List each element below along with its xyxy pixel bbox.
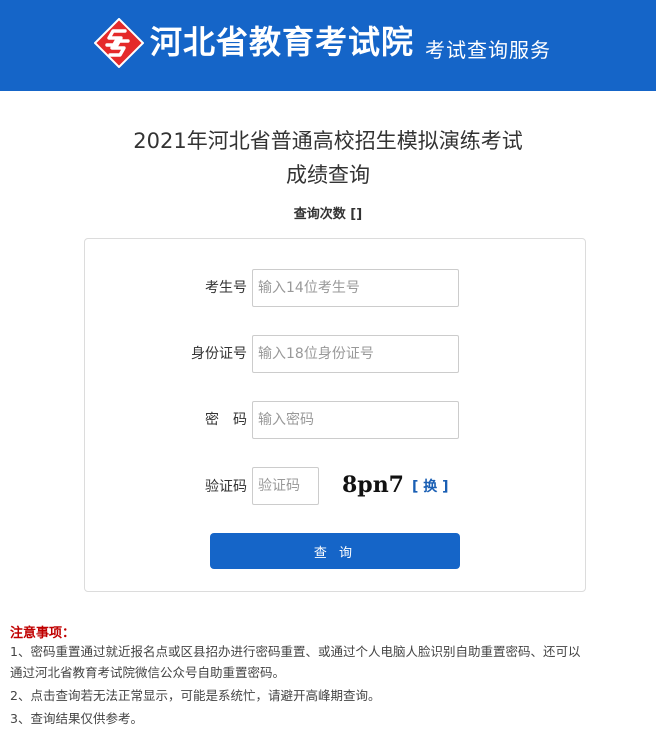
- password-label: 密 码: [205, 412, 247, 428]
- notice-item: 1、密码重置通过就近报名点或区县招办进行密码重置、或通过个人电脑人脸识别自助重置…: [10, 644, 581, 659]
- page-title-line1: 2021年河北省普通高校招生模拟演练考试: [133, 129, 523, 153]
- captcha-image[interactable]: 8pn7: [342, 472, 404, 498]
- captcha-input[interactable]: [252, 467, 319, 505]
- exam-number-label: 考生号: [205, 280, 247, 296]
- id-number-input[interactable]: [252, 335, 459, 373]
- notice-item: 2、点击查询若无法正常显示，可能是系统忙，请避开高峰期查询。: [10, 688, 381, 703]
- site-subtitle: 考试查询服务: [425, 38, 551, 62]
- captcha-label: 验证码: [205, 479, 247, 495]
- query-count: 查询次数 []: [293, 207, 363, 222]
- captcha-refresh-link[interactable]: [ 换 ]: [412, 478, 449, 496]
- page-title-line2: 成绩查询: [286, 163, 370, 187]
- exam-number-input[interactable]: [252, 269, 459, 307]
- exam-logo-icon: [94, 18, 144, 68]
- notice-item: 通过河北省教育考试院微信公众号自助重置密码。: [10, 665, 286, 680]
- captcha-refresh-open-bracket: [: [412, 479, 419, 495]
- captcha-refresh-close-bracket: ]: [442, 479, 449, 495]
- id-number-label: 身份证号: [191, 346, 247, 362]
- query-submit-button[interactable]: 查 询: [210, 533, 460, 569]
- site-header: 河北省教育考试院 考试查询服务: [0, 0, 656, 91]
- notice-item: 3、查询结果仅供参考。: [10, 711, 143, 726]
- site-name: 河北省教育考试院: [150, 23, 415, 61]
- captcha-refresh-label: 换: [423, 479, 438, 495]
- password-input[interactable]: [252, 401, 459, 439]
